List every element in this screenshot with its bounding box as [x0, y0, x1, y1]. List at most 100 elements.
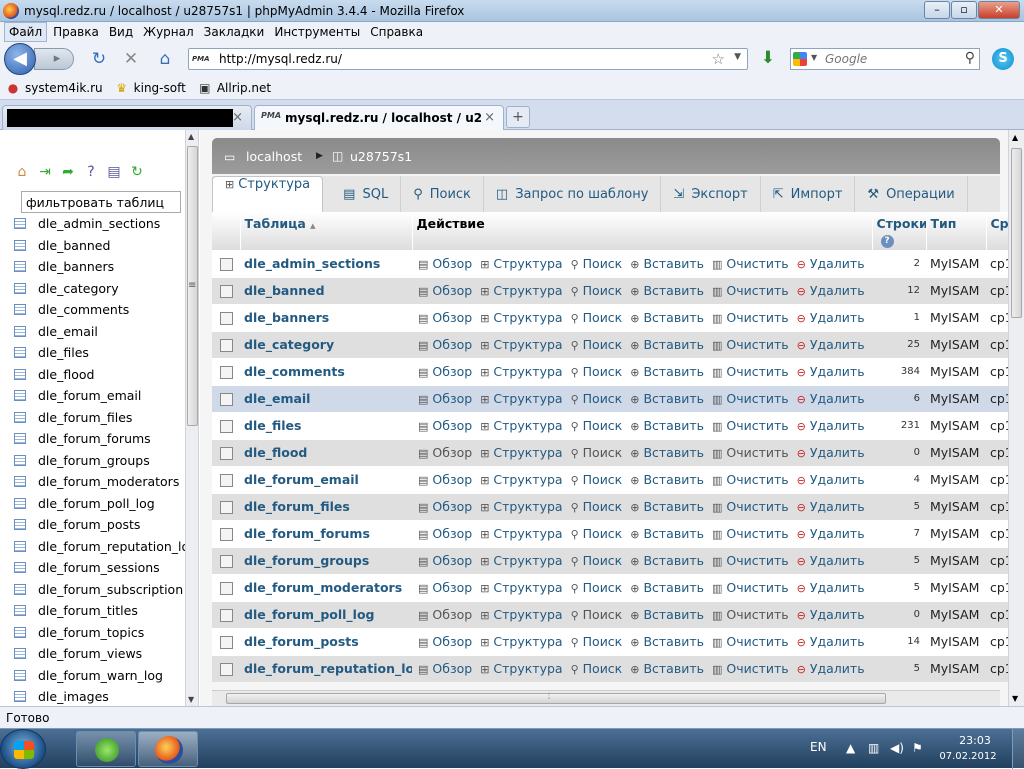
header-type[interactable]: Тип	[926, 212, 987, 250]
scroll-down-icon[interactable]: ▼	[1012, 694, 1018, 703]
table-icon[interactable]	[14, 390, 26, 402]
search-action[interactable]: ⚲ Поиск	[571, 418, 623, 433]
table-name[interactable]: dle_comments	[240, 357, 412, 385]
browse-action[interactable]: ▤ Обзор	[418, 499, 472, 514]
close-tab-icon[interactable]: ×	[484, 110, 495, 125]
table-icon[interactable]	[14, 691, 26, 703]
header-table[interactable]: Таблица ▲	[240, 212, 413, 250]
insert-action[interactable]: ⊕ Вставить	[630, 580, 704, 595]
clock-time[interactable]: 23:03	[944, 734, 1006, 747]
table-icon[interactable]	[14, 626, 26, 638]
taskbar-icq[interactable]	[76, 731, 136, 767]
row-checkbox[interactable]	[219, 285, 233, 298]
table-name[interactable]: dle_forum_email	[240, 465, 412, 493]
reload-icon[interactable]: ↻	[90, 50, 108, 68]
network-icon[interactable]: ▥	[868, 741, 879, 755]
browse-action[interactable]: ▤ Обзор	[418, 310, 472, 325]
sidebar-table-item[interactable]: dle_admin_sections	[14, 213, 185, 235]
sidebar-table-item[interactable]: dle_forum_sessions	[14, 557, 185, 579]
empty-action[interactable]: ▥ Очистить	[712, 256, 789, 271]
table-name[interactable]: dle_forum_files	[240, 492, 412, 520]
table-name[interactable]: dle_category	[240, 330, 412, 358]
row-checkbox[interactable]	[219, 609, 233, 622]
empty-action[interactable]: ▥ Очистить	[712, 391, 789, 406]
sidebar-table-item[interactable]: dle_forum_titles	[14, 600, 185, 622]
google-icon[interactable]	[793, 52, 807, 66]
sidebar-table-label[interactable]: dle_banned	[38, 238, 110, 253]
drop-action[interactable]: ⊖ Удалить	[797, 553, 865, 568]
new-tab-button[interactable]: +	[506, 106, 530, 128]
structure-action[interactable]: ⊞ Структура	[480, 661, 562, 676]
row-checkbox[interactable]	[219, 366, 233, 379]
url-text[interactable]: http://mysql.redz.ru/	[219, 52, 342, 66]
tab-sql[interactable]: ▤ SQL	[331, 176, 402, 212]
search-go-icon[interactable]: ⚲	[965, 50, 975, 66]
drop-action[interactable]: ⊖ Удалить	[797, 445, 865, 460]
row-checkbox[interactable]	[219, 312, 233, 325]
hscroll-thumb[interactable]	[226, 693, 886, 704]
row-checkbox[interactable]	[219, 474, 233, 487]
browse-action[interactable]: ▤ Обзор	[418, 526, 472, 541]
drop-action[interactable]: ⊖ Удалить	[797, 364, 865, 379]
sidebar-table-item[interactable]: dle_files	[14, 342, 185, 364]
stop-icon[interactable]: ✕	[122, 50, 140, 68]
table-name[interactable]: dle_forum_groups	[240, 546, 412, 574]
sidebar-table-item[interactable]: dle_forum_topics	[14, 622, 185, 644]
drop-action[interactable]: ⊖ Удалить	[797, 283, 865, 298]
sidebar-table-label[interactable]: dle_banners	[38, 259, 114, 274]
menu-history[interactable]: Журнал	[139, 23, 198, 41]
sidebar-table-label[interactable]: dle_forum_subscription	[38, 582, 183, 597]
table-icon[interactable]	[14, 261, 26, 273]
sidebar-table-item[interactable]: dle_forum_subscription	[14, 579, 185, 601]
insert-action[interactable]: ⊕ Вставить	[630, 256, 704, 271]
scroll-down-icon[interactable]: ▼	[188, 695, 194, 704]
table-row[interactable]: dle_forum_files ▤ Обзор ⊞ Структура ⚲ Поиск ⊕ Вс…	[212, 492, 1008, 520]
structure-action[interactable]: ⊞ Структура	[480, 337, 562, 352]
table-name[interactable]: dle_forum_forums	[240, 519, 412, 547]
search-action[interactable]: ⚲ Поиск	[571, 553, 623, 568]
empty-action[interactable]: ▥ Очистить	[712, 418, 789, 433]
menu-help[interactable]: Справка	[366, 23, 427, 41]
empty-action[interactable]: ▥ Очистить	[712, 553, 789, 568]
table-name[interactable]: dle_admin_sections	[240, 249, 412, 277]
row-checkbox[interactable]	[219, 555, 233, 568]
table-icon[interactable]	[14, 540, 26, 552]
insert-action[interactable]: ⊕ Вставить	[630, 445, 704, 460]
table-name[interactable]: dle_forum_posts	[240, 627, 412, 655]
structure-action[interactable]: ⊞ Структура	[480, 607, 562, 622]
drop-action[interactable]: ⊖ Удалить	[797, 661, 865, 676]
home-icon[interactable]: ⌂	[156, 50, 174, 68]
table-name[interactable]: dle_banners	[240, 303, 412, 331]
drop-action[interactable]: ⊖ Удалить	[797, 634, 865, 649]
search-action[interactable]: ⚲ Поиск	[571, 391, 623, 406]
browse-action[interactable]: ▤ Обзор	[418, 553, 472, 568]
search-action[interactable]: ⚲ Поиск	[571, 634, 623, 649]
table-icon[interactable]	[14, 648, 26, 660]
header-rows[interactable]: Строки?	[872, 212, 927, 250]
search-input[interactable]	[825, 51, 955, 67]
tab-search[interactable]: ⚲ Поиск	[401, 176, 484, 212]
search-action[interactable]: ⚲ Поиск	[571, 337, 623, 352]
table-icon[interactable]	[14, 583, 26, 595]
tab-export[interactable]: ⇲ Экспорт	[661, 176, 761, 212]
browse-action[interactable]: ▤ Обзор	[418, 661, 472, 676]
table-row[interactable]: dle_forum_reputation_log ▤ Обзор ⊞ Структура…	[212, 654, 1008, 682]
drop-action[interactable]: ⊖ Удалить	[797, 607, 865, 622]
tab-import[interactable]: ⇱ Импорт	[761, 176, 856, 212]
insert-action[interactable]: ⊕ Вставить	[630, 661, 704, 676]
row-checkbox[interactable]	[219, 501, 233, 514]
table-row[interactable]: dle_email ▤ Обзор ⊞ Структура ⚲ Поиск ⊕ Вставить…	[212, 384, 1008, 412]
empty-action[interactable]: ▥ Очистить	[712, 283, 789, 298]
row-checkbox[interactable]	[219, 636, 233, 649]
empty-action[interactable]: ▥ Очистить	[712, 472, 789, 487]
sidebar-table-item[interactable]: dle_banned	[14, 235, 185, 257]
structure-action[interactable]: ⊞ Структура	[480, 364, 562, 379]
sidebar-table-item[interactable]: dle_forum_warn_log	[14, 665, 185, 687]
query-window-icon[interactable]: ➦	[60, 164, 76, 180]
sidebar-table-item[interactable]: dle_category	[14, 278, 185, 300]
home-icon[interactable]: ⌂	[14, 164, 30, 180]
table-row[interactable]: dle_forum_email ▤ Обзор ⊞ Структура ⚲ Поиск ⊕ Вс…	[212, 465, 1008, 493]
mysql-docs-icon[interactable]: ▤	[106, 164, 122, 180]
docs-icon[interactable]: ?	[83, 164, 99, 180]
empty-action[interactable]: ▥ Очистить	[712, 634, 789, 649]
